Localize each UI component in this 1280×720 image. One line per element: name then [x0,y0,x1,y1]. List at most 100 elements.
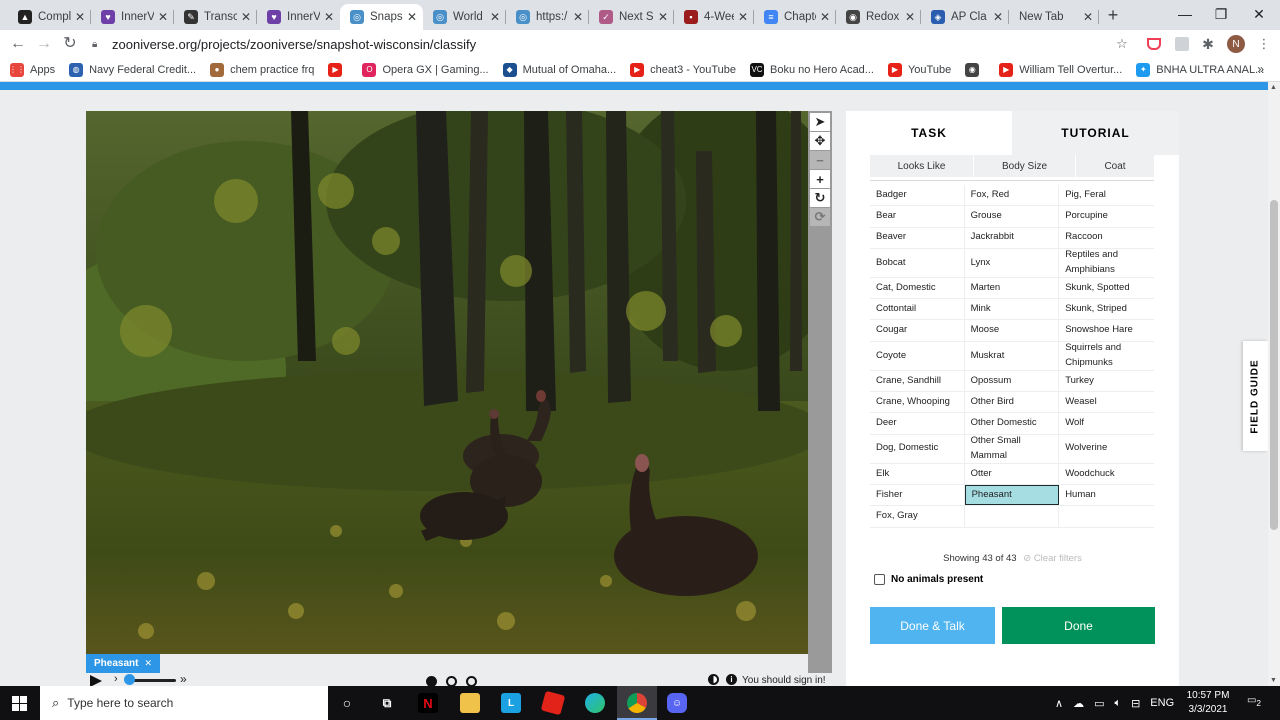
browser-tab-5[interactable]: ◎ Snapsh ✕ [340,4,423,30]
choice-other-domestic[interactable]: Other Domestic [965,413,1060,434]
choice-human[interactable]: Human [1059,485,1154,505]
browser-tab-1[interactable]: ▲ Compl ✕ [8,4,91,30]
choice-porcupine[interactable]: Porcupine [1059,206,1154,226]
edge-icon[interactable] [585,693,605,713]
language-indicator[interactable]: ENG [1150,697,1174,709]
tab-close-icon[interactable]: ✕ [75,10,85,24]
zoom-out-icon[interactable]: − [810,151,830,169]
file-explorer-icon[interactable] [460,693,480,713]
choice-elk[interactable]: Elk [870,463,965,484]
choice-fox-gray[interactable]: Fox, Gray [870,506,965,527]
step-forward-icon[interactable]: › [114,673,118,685]
choice-woodchuck[interactable]: Woodchuck [1059,464,1154,484]
browser-tab-3[interactable]: ✎ Transc ✕ [174,4,257,30]
volume-icon[interactable]: 🔈︎ [1114,697,1121,710]
lynda-icon[interactable]: L [501,693,521,713]
choice-badger[interactable]: Badger [870,185,965,206]
bookmark-item-10[interactable]: ◉ [965,62,985,77]
new-tab-button[interactable]: + [1102,5,1124,27]
frame-dot-1[interactable] [426,676,437,686]
choice-crane-whooping[interactable]: Crane, Whooping [870,392,965,413]
no-animals-checkbox[interactable]: No animals present [874,574,983,585]
bookmark-item-3[interactable]: ● chem practice frq [210,62,314,77]
netflix-icon[interactable]: N [418,693,438,713]
rotate-icon[interactable]: ↻ [810,189,830,207]
choice-fisher[interactable]: Fisher [870,484,965,506]
move-tool-icon[interactable]: ✥ [810,132,830,150]
filter-body-size[interactable]: Body Size [974,155,1076,177]
choice-deer[interactable]: Deer [870,413,965,434]
bookmark-star-icon[interactable]: ☆ [1112,34,1132,54]
tray-chevron-icon[interactable]: ∧ [1055,697,1063,710]
browser-tab-4[interactable]: ♥ InnerV ✕ [257,4,340,30]
extension-pocket-icon[interactable] [1144,34,1164,54]
notification-center-icon[interactable]: ▭2 [1246,695,1262,711]
roblox-icon[interactable] [540,690,566,716]
pointer-tool-icon[interactable]: ➤ [810,113,830,131]
choice-cat-domestic[interactable]: Cat, Domestic [870,277,965,299]
task-view-icon[interactable]: ⧉ [377,693,397,713]
onedrive-icon[interactable]: ☁ [1073,697,1084,710]
bookmark-item-2[interactable]: ◍ Navy Federal Credit... [69,62,196,77]
network-icon[interactable]: ⊟ [1131,697,1140,710]
back-button[interactable]: ← [8,34,28,54]
tab-close-icon[interactable]: ✕ [993,10,1003,24]
choice-muskrat[interactable]: Muskrat [965,341,1060,370]
choice-weasel[interactable]: Weasel [1059,392,1154,412]
taskbar-search-box[interactable]: ⌕ Type here to search [40,686,328,720]
bookmark-item-1[interactable]: ⋮⋮ Apps [9,62,55,77]
bookmarks-overflow-icon[interactable]: » [1257,62,1264,76]
clear-filters-link[interactable]: ⊘ Clear filters [1023,553,1082,564]
choice-pig-feral[interactable]: Pig, Feral [1059,185,1154,205]
choice-wolverine[interactable]: Wolverine [1059,435,1154,463]
choice-pheasant[interactable]: Pheasant [964,484,1060,506]
browser-tab-7[interactable]: ◎ https:/ ✕ [506,4,589,30]
browser-tab-6[interactable]: ◎ World ✕ [423,4,506,30]
browser-tab-12[interactable]: ◈ AP Cla ✕ [921,4,1009,30]
browser-tab-10[interactable]: ≡ Chapte ✕ [754,4,836,30]
choice-raccoon[interactable]: Raccoon [1059,228,1154,248]
forward-button[interactable]: → [34,34,54,54]
choice-other-bird[interactable]: Other Bird [965,392,1060,413]
choice-turkey[interactable]: Turkey [1059,371,1154,391]
chrome-icon[interactable] [627,693,647,713]
reset-view-icon[interactable]: ⟳ [810,208,830,226]
choice-otter[interactable]: Otter [965,463,1060,484]
address-bar[interactable]: 🔒︎ zooniverse.org/projects/zooniverse/sn… [88,32,1138,56]
choice-bobcat[interactable]: Bobcat [870,248,965,277]
bookmark-item-11[interactable]: ▶ William Tell Overtur... [999,62,1122,77]
bookmark-item-7[interactable]: ▶ cheat3 - YouTube [630,62,736,77]
extension-reader-icon[interactable] [1172,34,1192,54]
close-window-button[interactable]: ✕ [1244,4,1274,24]
reload-button[interactable]: ↻ [60,34,80,54]
profile-avatar[interactable]: N [1226,34,1246,54]
tab-close-icon[interactable]: ✕ [738,10,748,24]
annotation-chip[interactable]: Pheasant ✕ [86,654,161,673]
choice-cougar[interactable]: Cougar [870,320,965,341]
bookmark-item-6[interactable]: ◆ Mutual of Omaha... [502,62,616,77]
tab-close-icon[interactable]: ✕ [905,10,915,24]
speed-slider-handle[interactable] [124,674,135,685]
bookmark-item-8[interactable]: VC Boku no Hero Acad... [750,62,874,77]
tab-close-icon[interactable]: ✕ [158,10,168,24]
scroll-up-icon[interactable]: ▲ [1270,84,1277,91]
tab-close-icon[interactable]: ✕ [407,10,417,24]
choice-lynx[interactable]: Lynx [965,248,1060,277]
maximize-button[interactable]: ❐ [1206,4,1236,24]
browser-menu-icon[interactable]: ⋮ [1254,34,1274,54]
tab-close-icon[interactable]: ✕ [1083,10,1093,24]
taskbar-clock[interactable]: 10:57 PM 3/3/2021 [1180,689,1236,717]
frame-dot-3[interactable] [466,676,477,686]
choice-jackrabbit[interactable]: Jackrabbit [965,227,1060,248]
bookmark-item-5[interactable]: O Opera GX | Gaming... [362,62,489,77]
browser-tab-9[interactable]: ▪ 4-Wee ✕ [674,4,754,30]
tab-close-icon[interactable]: ✕ [241,10,251,24]
choice-squirrels-and-chipmunks[interactable]: Squirrels and Chipmunks [1059,342,1154,370]
scrollbar-thumb[interactable] [1270,200,1278,530]
field-guide-tab[interactable]: FIELD GUIDE [1243,341,1268,451]
browser-tab-8[interactable]: ✓ Next S ✕ [589,4,674,30]
browser-tab-13[interactable]: New Tab ✕ [1009,4,1099,30]
browser-tab-11[interactable]: ◉ Redox ✕ [836,4,921,30]
choice-skunk-striped[interactable]: Skunk, Striped [1059,299,1154,319]
fast-forward-icon[interactable]: » [180,672,187,686]
